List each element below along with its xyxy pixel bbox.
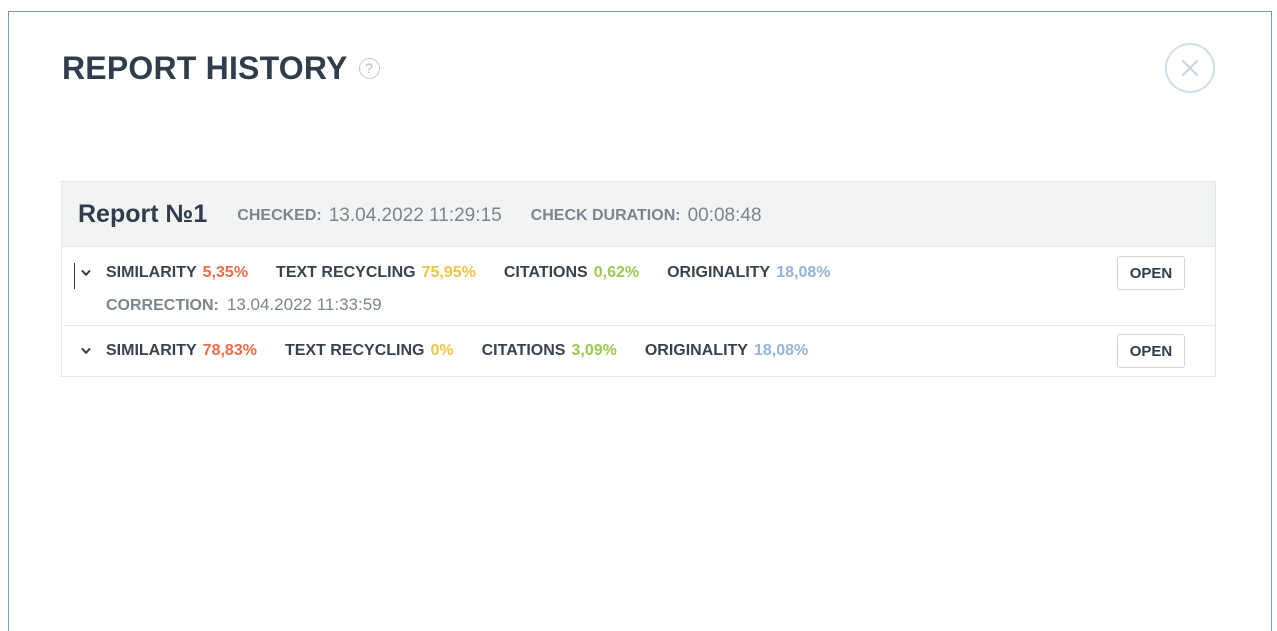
similarity-value: 5,35% [202, 264, 249, 281]
correction-line: CORRECTION: 13.04.2022 11:33:59 [106, 295, 382, 315]
open-button[interactable]: OPEN [1117, 256, 1185, 290]
originality-label: ORIGINALITY [667, 264, 771, 281]
citations-value: 0,62% [593, 264, 640, 281]
close-button[interactable] [1165, 43, 1215, 93]
text-cursor [74, 263, 75, 289]
checked-value: 13.04.2022 11:29:15 [328, 205, 502, 226]
text-recycling-label: TEXT RECYCLING [276, 264, 416, 281]
report-header: Report №1 CHECKED: 13.04.2022 11:29:15 C… [62, 182, 1215, 247]
close-icon [1181, 59, 1199, 77]
citations-value: 3,09% [571, 342, 617, 359]
help-icon[interactable]: ? [358, 58, 380, 79]
similarity-label: SIMILARITY [106, 342, 197, 359]
text-recycling-value: 75,95% [421, 264, 476, 281]
citations-label: CITATIONS [481, 342, 566, 359]
report-name: Report №1 [78, 199, 208, 228]
report-history-modal: REPORT HISTORY ? Report №1 CHECKED: 13.0… [8, 11, 1272, 631]
stats-line: SIMILARITY 5,35% TEXT RECYCLING 75,95% C… [106, 264, 858, 282]
text-recycling-label: TEXT RECYCLING [284, 342, 425, 359]
originality-value: 18,08% [753, 342, 809, 359]
correction-value: 13.04.2022 11:33:59 [226, 295, 382, 314]
text-recycling-value: 0% [430, 342, 454, 359]
checked-label: CHECKED: [237, 207, 322, 224]
originality-value: 18,08% [776, 264, 831, 281]
check-duration-value: 00:08:48 [687, 205, 762, 226]
correction-label: CORRECTION: [106, 297, 219, 314]
report-card: Report №1 CHECKED: 13.04.2022 11:29:15 C… [61, 181, 1216, 377]
originality-label: ORIGINALITY [644, 342, 748, 359]
report-version-row: SIMILARITY 78,83% TEXT RECYCLING 0% CITA… [62, 326, 1215, 376]
similarity-value: 78,83% [202, 342, 257, 359]
chevron-down-icon[interactable] [80, 267, 92, 279]
report-version-row: SIMILARITY 5,35% TEXT RECYCLING 75,95% C… [62, 247, 1215, 326]
open-button[interactable]: OPEN [1117, 334, 1185, 368]
modal-header: REPORT HISTORY ? [62, 50, 380, 87]
citations-label: CITATIONS [503, 264, 588, 281]
similarity-label: SIMILARITY [106, 264, 197, 281]
chevron-down-icon[interactable] [80, 345, 92, 357]
check-duration-label: CHECK DURATION: [530, 207, 681, 224]
stats-line: SIMILARITY 78,83% TEXT RECYCLING 0% CITA… [106, 342, 836, 360]
modal-title: REPORT HISTORY [62, 50, 348, 86]
